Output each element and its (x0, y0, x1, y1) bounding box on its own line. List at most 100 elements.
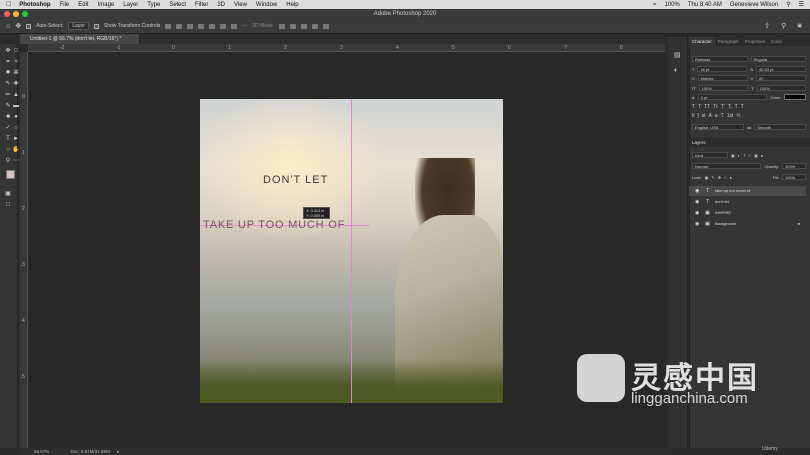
quick-mask-icon[interactable]: ▣ (4, 191, 12, 198)
zoom-window-button[interactable] (22, 11, 28, 17)
eye-icon[interactable]: ◉ (695, 197, 700, 207)
doc-size[interactable]: Doc: 9.67M/31.88M (71, 449, 110, 454)
fractions-button[interactable]: T (721, 113, 724, 119)
align-left-icon[interactable] (165, 23, 172, 29)
panel-history-icon[interactable]: ▤ (674, 51, 681, 59)
tab-character[interactable]: Character (689, 37, 715, 46)
dodge-tool-icon[interactable]: ○ (12, 125, 20, 132)
lock-artboard-icon[interactable]: □ (724, 175, 726, 180)
search-icon[interactable]: ⚲ (781, 22, 786, 30)
align-top-icon[interactable] (198, 23, 205, 29)
strikethrough-button[interactable]: T (741, 104, 744, 110)
layers-tab[interactable]: Layers (692, 140, 706, 145)
zoom-level[interactable]: 66.67% (34, 449, 49, 454)
user-name[interactable]: Genevieve Wilson (730, 2, 778, 8)
minimize-window-button[interactable] (13, 11, 19, 17)
more-options-icon[interactable]: ⋯ (242, 23, 247, 29)
eye-icon[interactable]: ◉ (695, 219, 700, 229)
menu-edit[interactable]: Edit (78, 2, 88, 8)
layer-name[interactable]: take up too much of (715, 186, 750, 196)
eraser-tool-icon[interactable]: ▬ (12, 103, 20, 110)
ordinals-button[interactable]: a (715, 113, 718, 119)
layer-row[interactable]: ◉ ▣ INSPIRE (689, 208, 806, 218)
layer-row[interactable]: ◉ T don't let (689, 197, 806, 207)
align-bottom-icon[interactable] (220, 23, 227, 29)
workspace-icon[interactable]: ▣ (797, 23, 802, 29)
marquee-tool-icon[interactable]: □ (12, 48, 20, 55)
subscript-button[interactable]: T, (728, 104, 732, 110)
filter-adjust-icon[interactable]: ◐ (738, 153, 740, 158)
path-select-tool-icon[interactable]: ► (12, 136, 20, 143)
blend-mode-select[interactable]: Normal (692, 163, 762, 169)
layer-row[interactable]: ◉ T take up too much of (689, 186, 806, 196)
vertical-ruler[interactable]: 0 1 2 3 4 5 (20, 52, 28, 448)
zoom-tool-icon[interactable]: ⚲ (4, 158, 12, 165)
tab-paragraph[interactable]: Paragraph (715, 37, 742, 46)
lock-position-icon[interactable]: ✥ (718, 175, 721, 180)
hand-tool-icon[interactable]: ✋ (12, 147, 20, 154)
lasso-tool-icon[interactable]: ⚭ (4, 59, 12, 66)
discretionary-ligatures-button[interactable]: ʃ (698, 113, 699, 119)
tab-color[interactable]: Color (768, 37, 785, 46)
menu-3d[interactable]: 3D (217, 2, 225, 8)
document-tab[interactable]: Untitled-1 @ 66.7% (don't let, RGB/16*) … (20, 34, 140, 44)
font-style-select[interactable]: Regular (750, 56, 806, 62)
underline-button[interactable]: T (735, 104, 738, 110)
menu-view[interactable]: View (234, 2, 247, 8)
screen-mode-icon[interactable]: □ (4, 202, 12, 209)
align-center-icon[interactable] (176, 23, 183, 29)
brush-tool-icon[interactable]: ✏ (4, 92, 12, 99)
type-tool-icon[interactable]: T (4, 136, 12, 143)
tab-properties[interactable]: Properties (742, 37, 769, 46)
layer-name[interactable]: don't let (715, 197, 729, 207)
kerning-field[interactable]: Metrics (697, 75, 748, 81)
fraction-half-button[interactable]: ½ (736, 113, 740, 119)
menu-filter[interactable]: Filter (195, 2, 208, 8)
opacity-field[interactable]: 100% (782, 163, 806, 169)
ligatures-button[interactable]: fi (692, 113, 695, 119)
filter-shape-icon[interactable]: □ (749, 153, 751, 158)
menu-list-icon[interactable]: ☰ (799, 1, 804, 8)
filter-type-icon[interactable]: T (743, 153, 745, 158)
eye-icon[interactable]: ◉ (695, 208, 700, 218)
3d-rotate-icon[interactable] (278, 23, 285, 29)
faux-bold-button[interactable]: T (692, 104, 695, 110)
clock[interactable]: Thu 8:40 AM (688, 2, 722, 8)
text-layer-take-up[interactable]: TAKE UP TOO MUCH OF (203, 219, 345, 231)
menu-select[interactable]: Select (169, 2, 186, 8)
pen-tool-icon[interactable]: ✓ (4, 125, 12, 132)
crop-tool-icon[interactable]: ⌘ (12, 70, 20, 77)
layer-kind-filter[interactable]: Kind (692, 152, 728, 158)
layer-name[interactable]: Background (715, 219, 736, 229)
filter-toggle-icon[interactable]: ● (761, 153, 763, 158)
eye-icon[interactable]: ◉ (695, 186, 700, 196)
text-layer-dont-let[interactable]: DON'T LET (263, 174, 328, 186)
auto-select-dropdown[interactable]: Layer (68, 22, 89, 30)
history-brush-tool-icon[interactable]: ✎ (4, 103, 12, 110)
menu-help[interactable]: Help (286, 2, 298, 8)
battery-status[interactable]: 100% (664, 2, 679, 8)
small-caps-button[interactable]: Tt (713, 104, 717, 110)
fill-field[interactable]: 100% (782, 174, 806, 180)
blur-tool-icon[interactable]: ● (12, 114, 20, 121)
align-right-icon[interactable] (187, 23, 194, 29)
menu-layer[interactable]: Layer (123, 2, 138, 8)
swash-button[interactable]: A (709, 113, 712, 119)
filter-pixel-icon[interactable]: ▣ (731, 153, 735, 158)
3d-roll-icon[interactable] (289, 23, 296, 29)
lock-all-icon[interactable]: ● (729, 175, 731, 180)
close-window-button[interactable] (4, 11, 10, 17)
menu-file[interactable]: File (60, 2, 70, 8)
healing-tool-icon[interactable]: ✚ (12, 81, 20, 88)
magic-wand-tool-icon[interactable]: ✧ (12, 59, 20, 66)
transform-controls-checkbox[interactable] (93, 23, 99, 29)
share-icon[interactable]: ⇧ (764, 22, 770, 30)
clone-stamp-tool-icon[interactable]: ▲ (12, 92, 20, 99)
menu-window[interactable]: Window (256, 2, 277, 8)
menu-type[interactable]: Type (147, 2, 160, 8)
3d-drag-icon[interactable] (300, 23, 307, 29)
font-size-field[interactable]: 16 pt (697, 66, 748, 72)
gradient-tool-icon[interactable]: ■ (4, 114, 12, 121)
distribute-icon[interactable] (231, 23, 238, 29)
antialias-select[interactable]: Smooth (754, 124, 807, 130)
